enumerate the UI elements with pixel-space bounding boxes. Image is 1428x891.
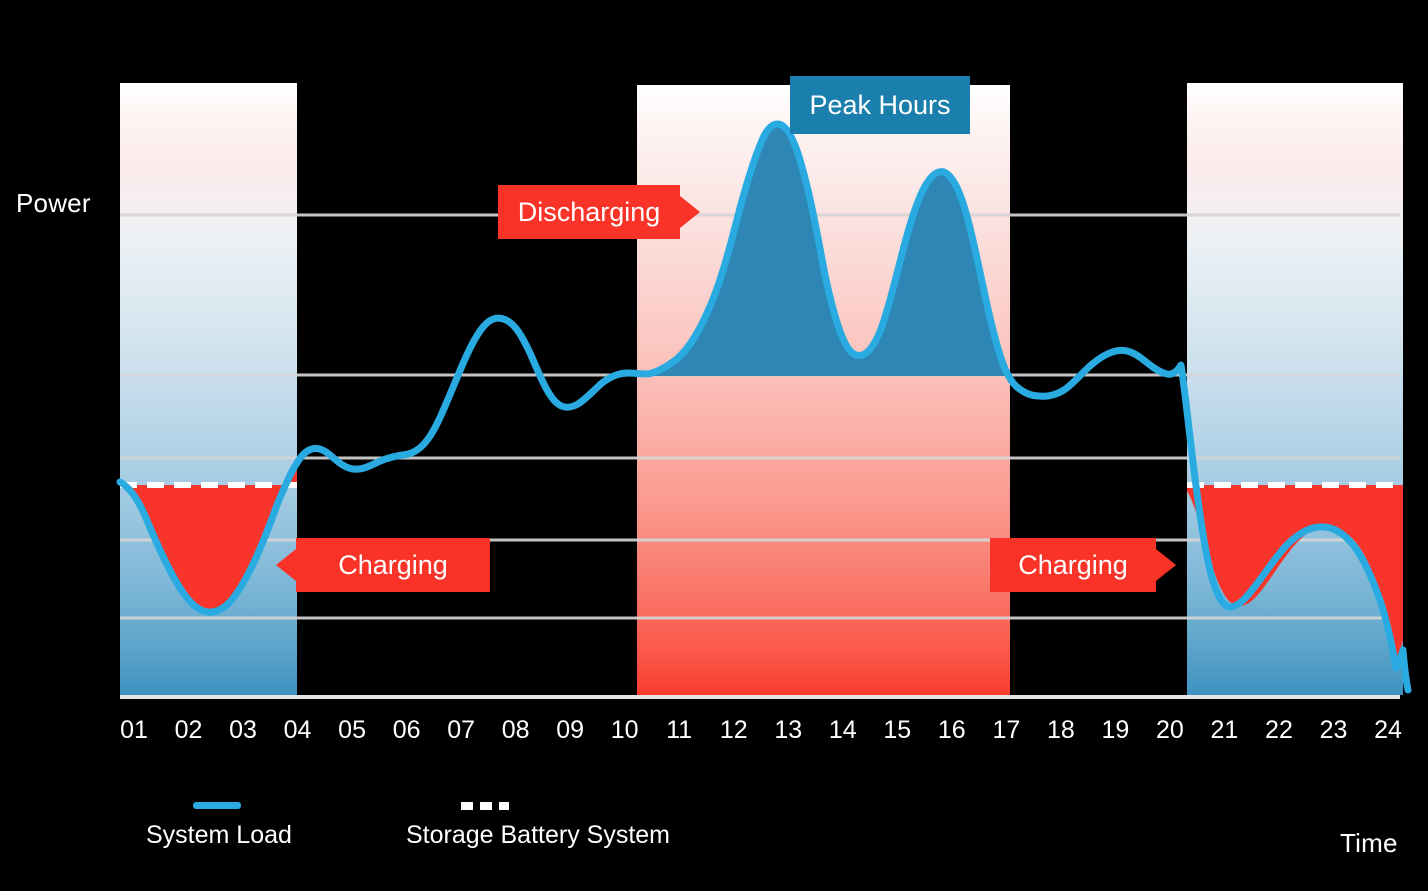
x-tick-label: 13 <box>774 716 803 744</box>
annotation-discharging: Discharging <box>498 185 700 239</box>
x-tick-label: 23 <box>1319 716 1348 744</box>
legend-item-system-load-label: System Load <box>146 821 292 849</box>
x-tick-label: 03 <box>229 716 257 744</box>
x-tick-label: 04 <box>283 716 312 744</box>
legend-item-storage-battery-label: Storage Battery System <box>406 821 671 849</box>
x-tick-label: 24 <box>1374 716 1402 744</box>
chart-canvas: Power Time 01 02 03 04 05 06 07 08 09 10 11 12 13 14 1… <box>0 0 1428 891</box>
x-tick-label: 20 <box>1156 716 1184 744</box>
arrow-right-icon <box>1156 549 1176 581</box>
legend-item-storage-battery: Storage Battery System <box>406 802 670 850</box>
x-tick-label: 06 <box>392 716 421 744</box>
arrow-right-icon <box>680 196 700 228</box>
x-tick-label: 11 <box>666 716 693 744</box>
annotation-discharging-label: Discharging <box>517 196 661 227</box>
x-tick-label: 19 <box>1101 716 1130 744</box>
x-tick-label: 09 <box>556 716 585 744</box>
legend-dashed-line-icon <box>461 802 509 810</box>
annotation-charging-right: Charging <box>990 538 1176 592</box>
x-tick-label: 01 <box>120 716 148 744</box>
x-tick-label: 12 <box>719 716 748 744</box>
annotation-charging-left: Charging <box>276 538 490 592</box>
x-tick-label: 05 <box>338 716 366 744</box>
x-tick-label: 17 <box>992 716 1021 744</box>
x-tick-label: 08 <box>501 716 530 744</box>
annotation-peak-hours-label: Peak Hours <box>809 89 951 120</box>
x-tick-label: 15 <box>883 716 912 744</box>
x-tick-label: 07 <box>447 716 476 744</box>
x-tick-label: 18 <box>1046 716 1075 744</box>
x-tick-label: 21 <box>1210 716 1239 744</box>
annotation-charging-left-label: Charging <box>338 549 448 580</box>
x-tick-label: 10 <box>610 716 639 744</box>
arrow-left-icon <box>276 549 296 581</box>
chart-svg <box>116 83 1412 699</box>
annotation-charging-right-label: Charging <box>1018 549 1128 580</box>
x-tick-label: 02 <box>174 716 203 744</box>
x-tick-label: 14 <box>828 716 857 744</box>
legend-item-system-load: System Load <box>146 802 292 850</box>
x-axis-label: Time <box>1340 828 1398 858</box>
y-axis-label: Power <box>16 188 91 218</box>
x-tick-label: 16 <box>937 716 966 744</box>
annotation-peak-hours: Peak Hours <box>790 76 970 134</box>
legend-solid-line-icon <box>193 802 241 809</box>
x-tick-label: 22 <box>1265 716 1293 744</box>
